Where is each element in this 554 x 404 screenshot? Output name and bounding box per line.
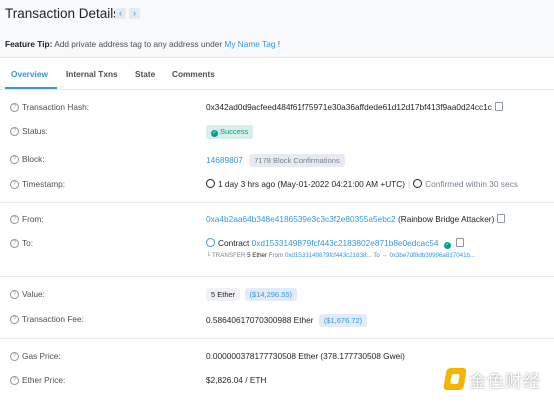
transaction-fee-usd-badge: ($1,676.72)	[318, 314, 368, 327]
question-circle-icon: ?	[10, 239, 19, 248]
copy-icon[interactable]	[455, 238, 464, 247]
value-value: 5 Ether ($14,296.55)	[206, 288, 298, 301]
divider	[0, 202, 554, 203]
row-to: ? To: Contract 0xd1533149879fcf443c21838…	[0, 236, 554, 252]
page-title: Transaction Details	[5, 6, 121, 21]
feature-tip-text: Add private address tag to any address u…	[54, 39, 223, 49]
value-usd-badge: ($14,296.55)	[244, 288, 298, 301]
value-amount-badge: 5 Ether	[206, 288, 241, 301]
from-address-tag: (Rainbow Bridge Attacker)	[397, 214, 495, 224]
transfer-from-link[interactable]: 0xd1533149879fcf443c21838...	[285, 252, 372, 259]
status-badge: ✓ Success	[206, 125, 254, 139]
transaction-hash-text[interactable]: 0x342ad0d9acfeed484f61f75971e30a36affded…	[206, 102, 492, 112]
tab-state[interactable]: State	[135, 69, 155, 79]
watermark-logo-icon	[443, 368, 467, 390]
feature-tip-label: Feature Tip:	[5, 39, 53, 49]
gas-price-value: 0.000000378177730508 Ether (378.17773050…	[206, 351, 405, 361]
to-contract-prefix: Contract	[218, 238, 250, 248]
row-from: ? From: 0xa4b2aa64b348e4186539e3c3c3f2e8…	[0, 212, 554, 228]
question-circle-icon: ?	[10, 103, 19, 112]
transfer-from-label: From	[268, 252, 284, 259]
question-circle-icon: ?	[10, 215, 19, 224]
question-circle-icon: ?	[10, 127, 19, 136]
watermark: 金色财经	[443, 366, 550, 396]
transaction-card: Overview Internal Txns State Comments ? …	[0, 57, 554, 404]
confirmed-within-text: Confirmed within 30 secs	[425, 179, 518, 189]
check-circle-icon: ✓	[443, 242, 451, 249]
question-circle-icon: ?	[10, 315, 19, 324]
tab-internal-txns[interactable]: Internal Txns	[66, 69, 118, 79]
transaction-hash-value: 0x342ad0d9acfeed484f61f75971e30a36affded…	[206, 102, 503, 112]
row-status: ? Status: ✓ Success	[0, 124, 554, 140]
copy-icon[interactable]	[497, 214, 506, 223]
copy-icon[interactable]	[494, 102, 503, 111]
header: Transaction Details ‹ ›	[0, 0, 554, 30]
question-circle-icon: ?	[10, 290, 19, 299]
from-address-link[interactable]: 0xa4b2aa64b348e4186539e3c3c3f2e80355a5eb…	[206, 214, 396, 224]
transfer-to-link[interactable]: 0x3be7df8db39996a837041b...	[389, 252, 475, 259]
feature-tip-suffix: !	[277, 39, 281, 49]
to-address-link[interactable]: 0xd1533149879fcf443c2183802e871b8e0edcac…	[252, 238, 439, 248]
status-text: Success	[220, 127, 249, 136]
question-circle-icon: ?	[10, 155, 19, 164]
timestamp-label: Timestamp:	[22, 179, 66, 189]
from-label: From:	[22, 214, 44, 224]
block-confirmations-badge: 7178 Block Confirmations	[249, 154, 345, 167]
row-transaction-hash: ? Transaction Hash: 0x342ad0d9acfeed484f…	[0, 100, 554, 116]
transaction-fee-value: 0.58640617070300988 Ether ($1,676.72)	[206, 314, 368, 327]
block-number-link[interactable]: 14689807	[206, 155, 243, 165]
row-block: ? Block: 14689807 7178 Block Confirmatio…	[0, 152, 554, 168]
tab-overview[interactable]: Overview	[11, 69, 48, 79]
row-timestamp: ? Timestamp: 1 day 3 hrs ago (May-01-202…	[0, 177, 554, 193]
timestamp-text: 1 day 3 hrs ago (May-01-2022 04:21:00 AM…	[218, 179, 406, 189]
my-name-tag-link[interactable]: My Name Tag	[224, 39, 275, 49]
watermark-text: 金色财经	[469, 372, 541, 392]
tab-bar: Overview Internal Txns State Comments	[0, 58, 554, 90]
timestamp-value: 1 day 3 hrs ago (May-01-2022 04:21:00 AM…	[206, 179, 518, 189]
row-transaction-fee: ? Transaction Fee: 0.58640617070300988 E…	[0, 312, 554, 328]
question-circle-icon: ?	[10, 180, 19, 189]
chevron-right-icon[interactable]: ›	[129, 8, 140, 19]
contract-icon	[206, 238, 215, 247]
gas-price-label: Gas Price:	[22, 351, 61, 361]
transaction-fee-amount: 0.58640617070300988 Ether	[206, 315, 314, 325]
row-gas-price: ? Gas Price: 0.000000378177730508 Ether …	[0, 349, 554, 365]
block-label: Block:	[22, 154, 45, 164]
transaction-fee-label: Transaction Fee:	[22, 314, 84, 324]
tab-comments[interactable]: Comments	[172, 69, 215, 79]
transfer-to-label: To →	[373, 252, 388, 259]
transaction-hash-label: Transaction Hash:	[22, 102, 90, 112]
separator: |	[408, 179, 411, 189]
clock-icon	[206, 179, 215, 188]
to-label: To:	[22, 238, 34, 248]
to-value: Contract 0xd1533149879fcf443c2183802e871…	[206, 238, 464, 249]
status-label: Status:	[22, 126, 48, 136]
divider	[0, 276, 554, 277]
transfer-label: └ TRANSFER	[206, 252, 246, 259]
status-value: ✓ Success	[206, 125, 254, 139]
chevron-left-icon[interactable]: ‹	[115, 8, 126, 19]
row-value: ? Value: 5 Ether ($14,296.55)	[0, 287, 554, 303]
active-tab-indicator	[5, 87, 57, 89]
ether-price-value: $2,826.04 / ETH	[206, 375, 267, 385]
block-value: 14689807 7178 Block Confirmations	[206, 154, 345, 167]
question-circle-icon: ?	[10, 376, 19, 385]
transfer-amount: 5 Ether	[247, 252, 268, 259]
ether-price-label: Ether Price:	[22, 375, 66, 385]
from-value: 0xa4b2aa64b348e4186539e3c3c3f2e80355a5eb…	[206, 214, 506, 224]
clock-icon	[413, 179, 423, 188]
divider	[0, 338, 554, 339]
feature-tip: Feature Tip: Add private address tag to …	[5, 39, 280, 49]
check-circle-icon: ✓	[211, 130, 218, 137]
value-label: Value:	[22, 289, 45, 299]
question-circle-icon: ?	[10, 352, 19, 361]
token-transfer-row: └ TRANSFER 5 Ether From 0xd1533149879fcf…	[206, 252, 475, 259]
